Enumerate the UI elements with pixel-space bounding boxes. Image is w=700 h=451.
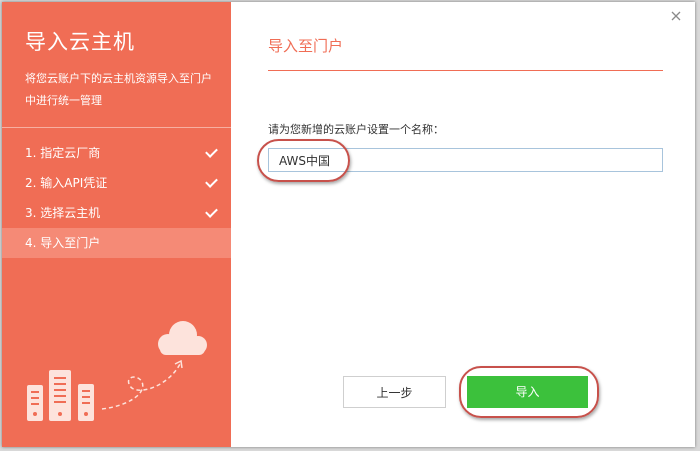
import-dialog: 导入云主机 将您云账户下的云主机资源导入至门户中进行统一管理 1. 指定云厂商 … (2, 2, 695, 447)
sidebar-title: 导入云主机 (25, 30, 135, 54)
close-icon (671, 11, 681, 21)
prev-step-button[interactable]: 上一步 (343, 376, 446, 408)
check-icon (205, 205, 218, 218)
sidebar-divider (2, 127, 231, 128)
step-item-2: 2. 输入API凭证 (2, 168, 231, 198)
step-label: 2. 输入API凭证 (25, 176, 108, 190)
check-icon (205, 145, 218, 158)
cloud-icon (158, 321, 207, 355)
close-button[interactable] (669, 8, 683, 22)
step-label: 1. 指定云厂商 (25, 146, 101, 160)
step-label: 4. 导入至门户 (25, 236, 101, 250)
upload-arrow-icon (101, 363, 181, 410)
page-title: 导入至门户 (268, 37, 344, 55)
title-divider (268, 70, 663, 71)
step-item-1: 1. 指定云厂商 (2, 138, 231, 168)
illustration (27, 321, 207, 421)
step-list: 1. 指定云厂商 2. 输入API凭证 3. 选择云主机 4. 导入至门户 (2, 138, 231, 258)
check-icon (205, 175, 218, 188)
step-item-3: 3. 选择云主机 (2, 198, 231, 228)
sidebar: 导入云主机 将您云账户下的云主机资源导入至门户中进行统一管理 1. 指定云厂商 … (2, 2, 231, 447)
sidebar-description: 将您云账户下的云主机资源导入至门户中进行统一管理 (25, 72, 212, 107)
account-name-input[interactable] (268, 148, 663, 172)
step-item-4: 4. 导入至门户 (2, 228, 231, 258)
account-name-label: 请为您新增的云账户设置一个名称： (268, 123, 444, 136)
import-button[interactable]: 导入 (467, 376, 588, 408)
step-label: 3. 选择云主机 (25, 206, 101, 220)
